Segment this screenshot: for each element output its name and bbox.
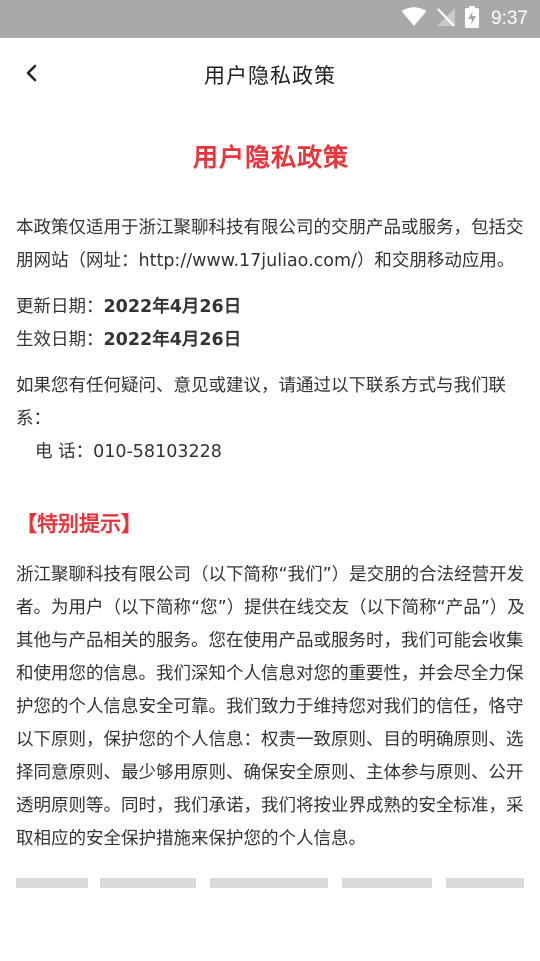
wifi-icon — [401, 7, 427, 31]
effective-date-value: 2022年4月26日 — [103, 330, 242, 350]
section-paragraph: 浙江聚聊科技有限公司（以下简称“我们”）是交朋的合法经营开发者。为用户（以下简称… — [16, 565, 525, 849]
updated-date-value: 2022年4月26日 — [103, 297, 242, 317]
status-icons: 9:37 — [401, 0, 528, 38]
policy-content[interactable]: 用户隐私政策 本政策仅适用于浙江聚聊科技有限公司的交朋产品或服务，包括交朋网站（… — [16, 140, 526, 888]
no-signal-icon — [435, 7, 457, 31]
effective-date-label: 生效日期： — [16, 330, 104, 350]
intro-paragraph: 本政策仅适用于浙江聚聊科技有限公司的交朋产品或服务，包括交朋网站（网址：http… — [16, 218, 524, 271]
page-title: 用户隐私政策 — [204, 64, 336, 88]
updated-date: 更新日期：2022年4月26日 — [16, 291, 526, 324]
contact-paragraph: 如果您有任何疑问、意见或建议，请通过以下联系方式与我们联系： — [16, 376, 506, 429]
phone-line: 电 话：010-58103228 — [16, 436, 526, 469]
navigation-bar: 用户隐私政策 — [0, 38, 540, 110]
document-title: 用户隐私政策 — [192, 143, 349, 172]
next-paragraph-cutoff — [16, 870, 526, 888]
effective-date: 生效日期：2022年4月26日 — [16, 324, 526, 357]
battery-charging-icon — [465, 6, 480, 32]
phone-number: 010-58103228 — [93, 442, 222, 462]
section-heading: 【特别提示】 — [16, 512, 142, 536]
status-time: 9:37 — [491, 8, 528, 29]
phone-label: 电 话： — [35, 442, 94, 462]
status-bar: 9:37 — [0, 0, 540, 38]
updated-date-label: 更新日期： — [16, 297, 104, 317]
